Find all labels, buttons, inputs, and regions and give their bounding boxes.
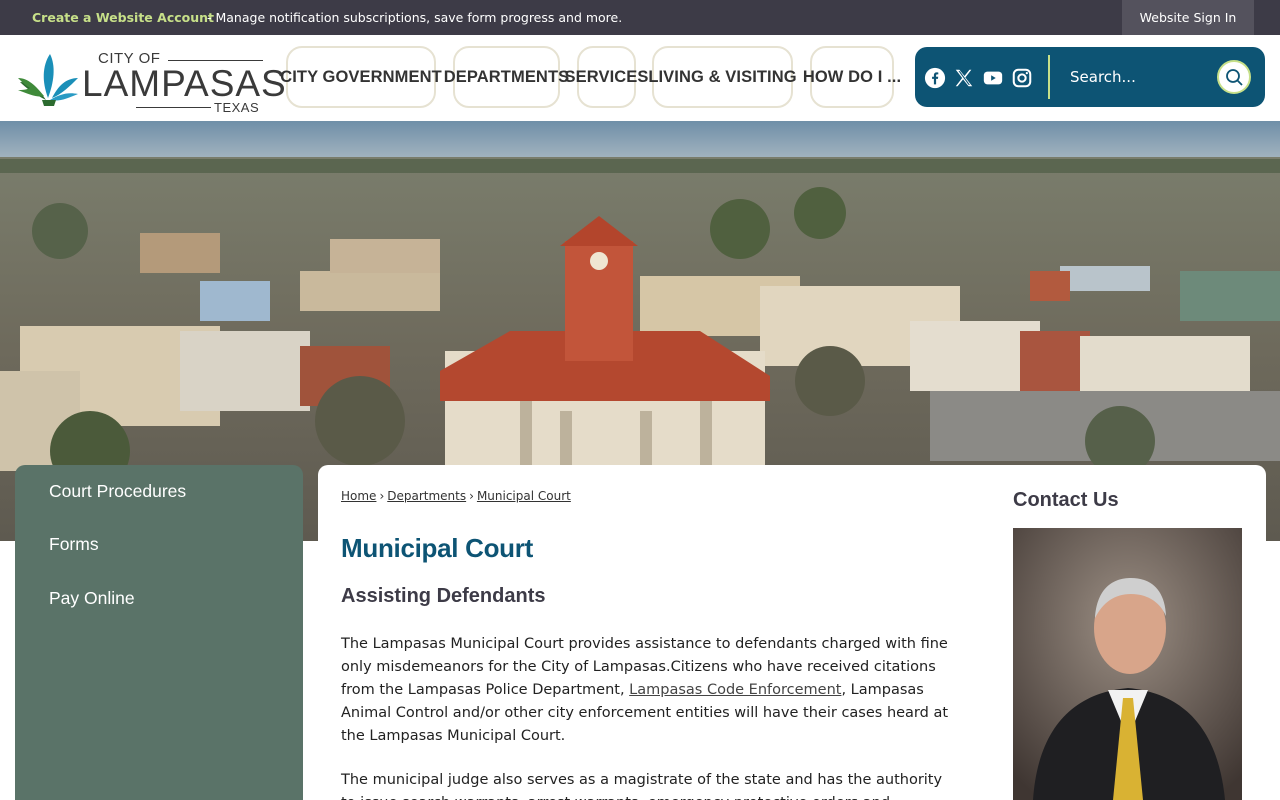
create-account-link[interactable]: Create a Website Account	[32, 10, 214, 25]
intro-paragraph: The Lampasas Municipal Court provides as…	[341, 633, 951, 748]
main-content: Home › Departments › Municipal Court Municip…	[318, 465, 1266, 800]
logo-rule	[168, 60, 263, 61]
page-title: Municipal Court	[341, 533, 533, 563]
nav-city-government[interactable]: CITY GOVERNMENT	[280, 46, 442, 108]
search-icon	[1226, 69, 1243, 86]
side-navigation: Court Procedures Forms Pay Online	[15, 465, 303, 800]
contact-us-heading: Contact Us	[1013, 489, 1119, 511]
breadcrumb-separator: ›	[379, 489, 385, 503]
search-input[interactable]: Search...	[1070, 68, 1136, 86]
search-button[interactable]	[1217, 60, 1251, 94]
magistrate-paragraph: The municipal judge also serves as a mag…	[341, 772, 943, 800]
youtube-icon[interactable]	[982, 67, 1004, 89]
breadcrumb-separator: ›	[469, 489, 474, 503]
facebook-icon[interactable]	[924, 67, 946, 89]
site-header: CITY OF LAMPASAS TEXAS CITY GOVERNMENT D…	[0, 35, 1280, 121]
topbar-message: - Manage notification subscriptions, sav…	[207, 10, 623, 25]
fleur-de-lis-icon	[18, 54, 78, 106]
x-twitter-icon[interactable]	[953, 67, 975, 89]
breadcrumb-municipal-court[interactable]: Municipal Court	[477, 489, 571, 503]
logo-name: LAMPASAS	[82, 63, 287, 104]
website-sign-in-button[interactable]: Website Sign In	[1122, 0, 1254, 35]
nav-services[interactable]: SERVICES	[565, 46, 648, 108]
sidenav-court-procedures[interactable]: Court Procedures	[49, 481, 186, 502]
nav-living-visiting[interactable]: LIVING & VISITING	[648, 46, 797, 108]
nav-departments[interactable]: DEPARTMENTS	[444, 46, 569, 108]
sidenav-forms[interactable]: Forms	[49, 534, 99, 555]
logo-state: TEXAS	[214, 100, 260, 115]
sidenav-pay-online[interactable]: Pay Online	[49, 588, 135, 609]
logo-rule	[136, 107, 211, 108]
search-divider	[1048, 55, 1050, 99]
code-enforcement-link[interactable]: Lampasas Code Enforcement	[629, 682, 841, 698]
instagram-icon[interactable]	[1011, 67, 1033, 89]
breadcrumb-departments[interactable]: Departments	[387, 489, 466, 503]
portrait-image	[1013, 528, 1242, 800]
nav-how-do-i[interactable]: HOW DO I ...	[803, 46, 901, 108]
search-panel: Search...	[915, 47, 1265, 107]
breadcrumb: Home › Departments › Municipal Court	[341, 489, 571, 503]
top-utility-bar: Create a Website Account - Manage notifi…	[0, 0, 1280, 35]
city-logo[interactable]: CITY OF LAMPASAS TEXAS	[16, 44, 286, 115]
judge-portrait-photo	[1013, 528, 1242, 800]
breadcrumb-home[interactable]: Home	[341, 489, 376, 503]
section-heading: Assisting Defendants	[341, 585, 546, 607]
